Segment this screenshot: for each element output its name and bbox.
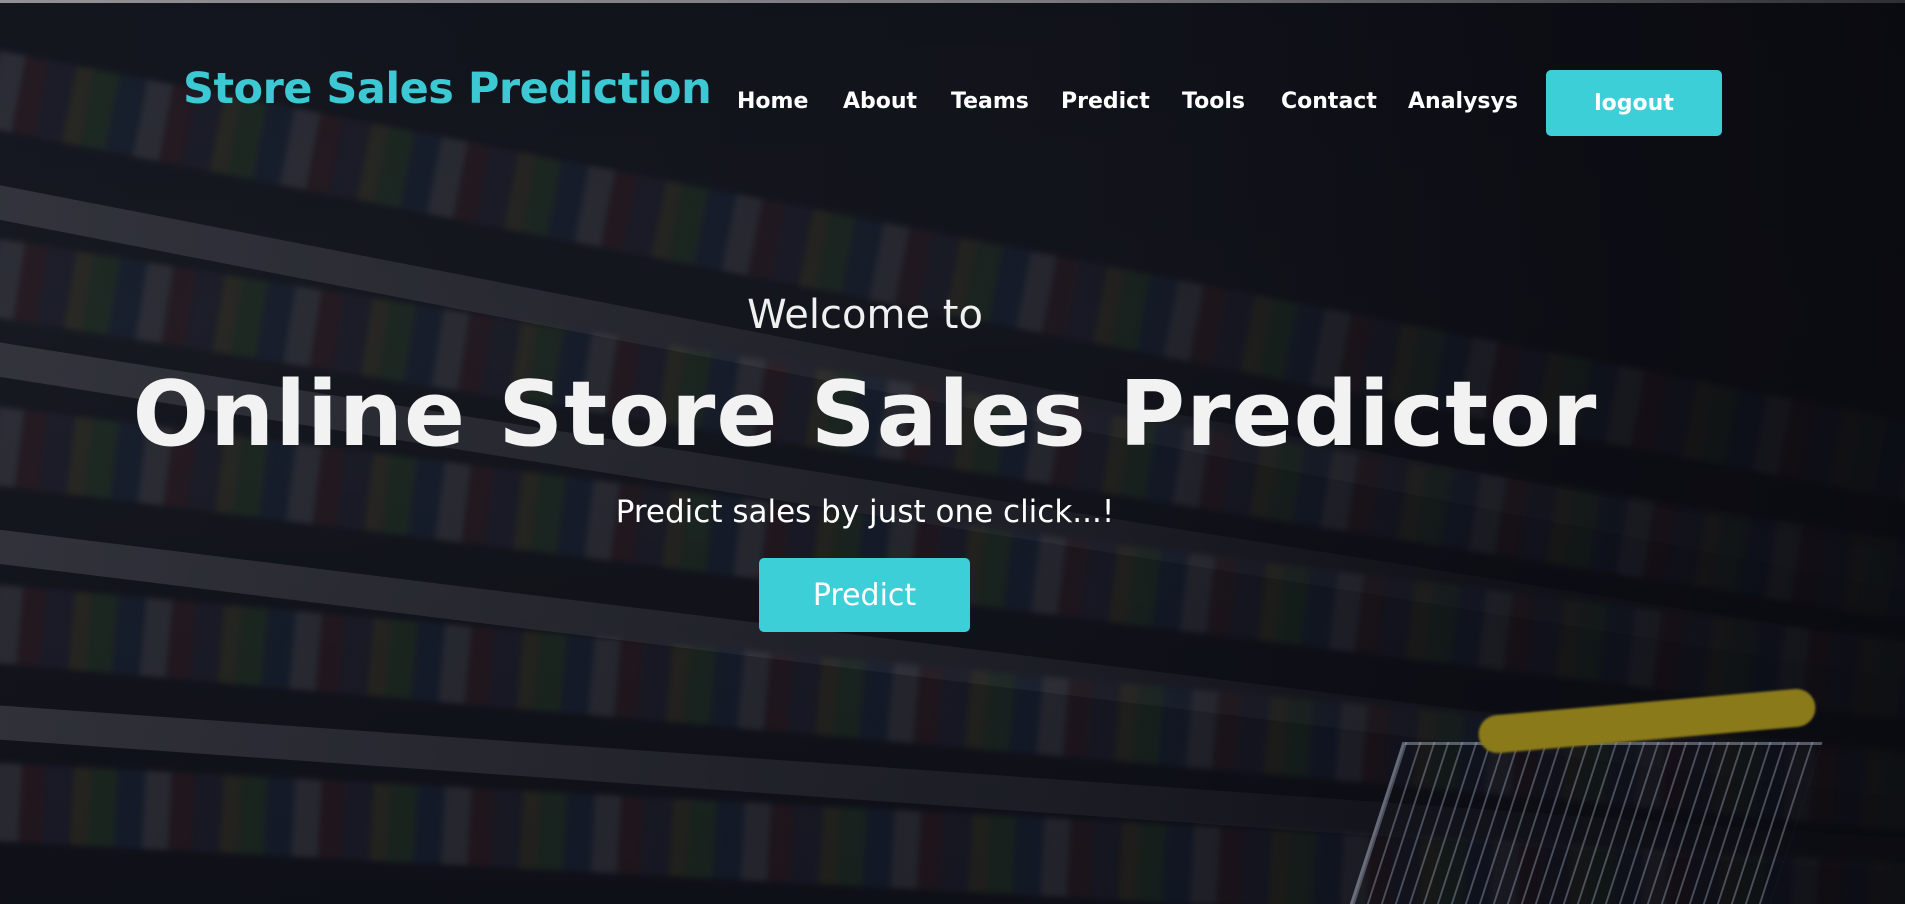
nav-link-analysys[interactable]: Analysys bbox=[1408, 89, 1518, 114]
nav-link-about[interactable]: About bbox=[843, 89, 917, 114]
welcome-text: Welcome to bbox=[747, 292, 983, 338]
nav-link-tools[interactable]: Tools bbox=[1182, 89, 1245, 114]
predict-button[interactable]: Predict bbox=[759, 558, 970, 632]
logout-button[interactable]: logout bbox=[1546, 70, 1722, 136]
nav-link-home[interactable]: Home bbox=[737, 89, 808, 114]
nav-link-predict[interactable]: Predict bbox=[1061, 89, 1150, 114]
nav-link-contact[interactable]: Contact bbox=[1281, 89, 1377, 114]
nav-link-teams[interactable]: Teams bbox=[951, 89, 1029, 114]
page-title: Online Store Sales Predictor bbox=[132, 362, 1598, 467]
navbar: Store Sales Prediction Home About Teams … bbox=[0, 0, 1905, 140]
tagline: Predict sales by just one click...! bbox=[615, 494, 1115, 530]
shopping-cart-basket bbox=[1337, 742, 1823, 904]
